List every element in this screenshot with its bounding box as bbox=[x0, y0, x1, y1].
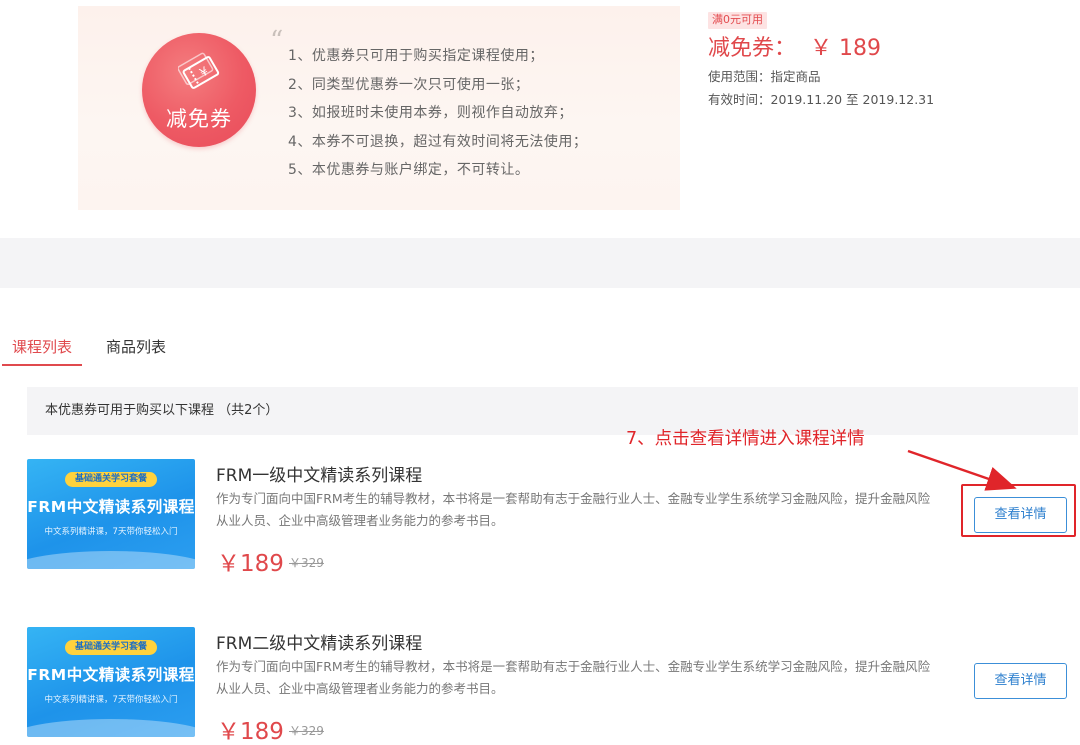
course-description: 作为专门面向中国FRM考生的辅导教材，本书将是一套帮助有志于金融行业人士、金融专… bbox=[216, 659, 931, 696]
coupon-validity: 有效时间：2019.11.20 至 2019.12.31 bbox=[708, 92, 935, 107]
annotation-highlight-box bbox=[961, 484, 1076, 537]
coupon-amount: ￥ 189 bbox=[810, 36, 882, 61]
min-spend-badge: 满0元可用 bbox=[708, 12, 767, 29]
course-thumbnail[interactable]: 基础通关学习套餐 FRM中文精读系列课程 中文系列精讲课，7天带你轻松入门 bbox=[27, 459, 195, 569]
thumb-title: FRM中文精读系列课程 bbox=[27, 666, 195, 684]
view-details-button[interactable]: 查看详情 bbox=[974, 663, 1067, 699]
rule-item: 3、如报班时未使用本券，则视作自动放弃； bbox=[288, 105, 573, 121]
tab-course-list[interactable]: 课程列表 bbox=[2, 336, 82, 366]
coupon-card: ¥ 减免券 “ 1、优惠券只可用于购买指定课程使用； 2、同类型优惠券一次只可使… bbox=[78, 6, 680, 210]
coupon-type-label: 减免券 bbox=[166, 107, 232, 131]
rule-item: 5、本优惠券与账户绑定，不可转让。 bbox=[288, 162, 530, 178]
tab-bar: 课程列表 商品列表 bbox=[0, 330, 1080, 370]
list-header: 本优惠券可用于购买以下课程 （共2个） bbox=[27, 387, 1078, 435]
coupon-rules: 1、优惠券只可用于购买指定课程使用； 2、同类型优惠券一次只可使用一张； 3、如… bbox=[288, 42, 587, 185]
quote-icon: “ bbox=[270, 26, 284, 56]
rule-item: 4、本券不可退换，超过有效时间将无法使用； bbox=[288, 133, 588, 150]
course-price: ￥189 bbox=[217, 551, 284, 577]
thumb-title: FRM中文精读系列课程 bbox=[27, 498, 195, 516]
ticket-icon: ¥ bbox=[178, 52, 220, 89]
thumb-badge: 基础通关学习套餐 bbox=[65, 472, 157, 487]
annotation-caption: 7、点击查看详情进入课程详情 bbox=[626, 429, 865, 449]
thumb-subtitle: 中文系列精讲课，7天带你轻松入门 bbox=[44, 695, 178, 705]
coupon-info: 满0元可用 减免券： ￥ 189 使用范围：指定商品 有效时间：2019.11.2… bbox=[708, 8, 1068, 111]
rule-item: 1、优惠券只可用于购买指定课程使用； bbox=[288, 48, 544, 64]
course-title[interactable]: FRM二级中文精读系列课程 bbox=[216, 629, 422, 654]
course-price: ￥189 bbox=[217, 719, 284, 745]
tab-product-list[interactable]: 商品列表 bbox=[106, 336, 166, 366]
course-row: 基础通关学习套餐 FRM中文精读系列课程 中文系列精讲课，7天带你轻松入门 FR… bbox=[27, 618, 1078, 745]
thumb-subtitle: 中文系列精讲课，7天带你轻松入门 bbox=[44, 527, 178, 537]
thumb-badge: 基础通关学习套餐 bbox=[65, 640, 157, 655]
course-thumbnail[interactable]: 基础通关学习套餐 FRM中文精读系列课程 中文系列精讲课，7天带你轻松入门 bbox=[27, 627, 195, 737]
rule-item: 2、同类型优惠券一次只可使用一张； bbox=[288, 76, 530, 93]
section-divider bbox=[0, 238, 1080, 288]
course-original-price: ￥329 bbox=[289, 724, 324, 738]
coupon-title-label: 减免券： bbox=[708, 36, 797, 61]
coupon-title: 减免券： ￥ 189 bbox=[708, 33, 1068, 65]
course-title[interactable]: FRM一级中文精读系列课程 bbox=[216, 461, 422, 486]
coupon-badge: ¥ 减免券 bbox=[142, 33, 256, 147]
course-description: 作为专门面向中国FRM考生的辅导教材，本书将是一套帮助有志于金融行业人士、金融专… bbox=[216, 491, 931, 528]
coupon-scope: 使用范围：指定商品 bbox=[708, 69, 821, 84]
course-original-price: ￥329 bbox=[289, 556, 324, 570]
